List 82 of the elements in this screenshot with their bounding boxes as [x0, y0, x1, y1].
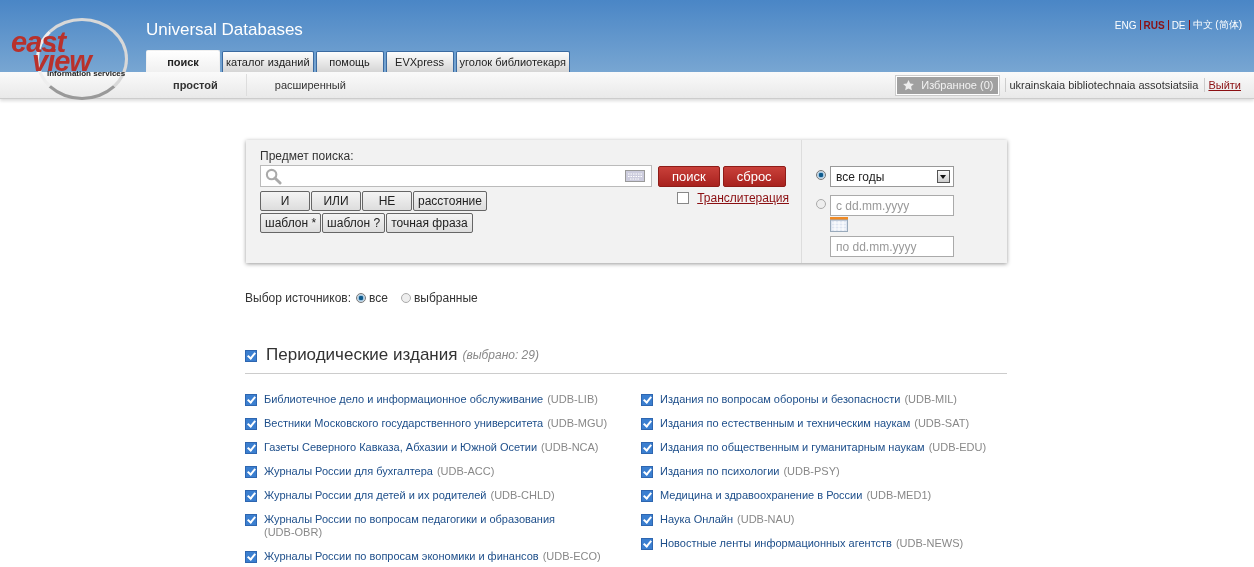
source-label: Выбор источников:: [245, 291, 351, 305]
search-mode-tab[interactable]: расширенный: [274, 79, 346, 91]
option-label: выбранные: [413, 291, 478, 305]
database-link[interactable]: Газеты Северного Кавказа, Абхазии и Южной Осетии: [264, 441, 538, 454]
database-link[interactable]: Журналы России по вопросам педагогики и образования: [264, 513, 556, 526]
nav-tab[interactable]: уголок библиотекаря: [455, 51, 571, 72]
option-label: все: [369, 291, 388, 305]
checkbox[interactable]: [245, 551, 257, 563]
operator-button[interactable]: расстояние: [413, 191, 487, 211]
selected-count: (выбрано: 29): [462, 348, 539, 362]
database-code: (UDB-ECO): [542, 550, 601, 563]
action-button[interactable]: сброс: [722, 165, 786, 187]
action-button[interactable]: поиск: [658, 165, 720, 187]
logout-link[interactable]: Выйти: [1208, 79, 1241, 91]
operator-button[interactable]: НЕ: [362, 191, 412, 211]
search-field[interactable]: [260, 165, 652, 187]
user-name: ukrainskaia bibliotechnaia assotsiatsiia: [1009, 79, 1199, 91]
transliteration-link[interactable]: Транслитерация: [697, 191, 789, 205]
database-code: (UDB-LIB): [547, 393, 598, 406]
database-link[interactable]: Издания по психологии: [660, 465, 780, 478]
app-title: Universal Databases: [146, 20, 304, 40]
checkbox[interactable]: [245, 514, 257, 526]
database-link[interactable]: Журналы России по вопросам экономики и финансов: [264, 550, 539, 563]
database-link[interactable]: Медицина и здравоохранение в России: [660, 489, 863, 502]
database-link[interactable]: Вестники Московского государственного университета: [264, 417, 544, 430]
checkbox[interactable]: [245, 394, 257, 406]
field-label: Предмет поиска:: [260, 149, 355, 163]
database-code: (UDB-ACC): [436, 465, 495, 478]
checkbox[interactable]: [245, 490, 257, 502]
database-code: (UDB-CHLD): [490, 489, 555, 502]
date-field[interactable]: по dd.mm.yyyy: [830, 236, 954, 257]
radio-button[interactable]: [400, 293, 411, 303]
database-code: (UDB-NCA): [541, 441, 599, 454]
checkbox[interactable]: [245, 349, 257, 362]
database-link[interactable]: Наука Онлайн: [660, 513, 734, 526]
checkbox[interactable]: [641, 514, 653, 526]
database-link[interactable]: Издания по естественным и техническим наукам: [660, 417, 911, 430]
database-code: (UDB-MIL): [904, 393, 957, 406]
radio-button[interactable]: [816, 199, 826, 209]
checkbox[interactable]: [677, 192, 690, 204]
year-dropdown[interactable]: все годы: [830, 166, 954, 187]
caret-icon: [937, 170, 950, 183]
operator-button[interactable]: точная фраза: [386, 213, 473, 233]
nav-tab[interactable]: помощь: [315, 51, 384, 72]
operator-button[interactable]: ИЛИ: [311, 191, 361, 211]
keyboard-icon[interactable]: [625, 170, 645, 182]
database-link[interactable]: Издания по общественным и гуманитарным наукам: [660, 441, 925, 454]
star-icon: [902, 78, 916, 92]
database-code: (UDB-OBR): [264, 526, 323, 539]
database-link[interactable]: Журналы России для детей и их родителей: [264, 489, 487, 502]
database-code: (UDB-NAU): [737, 513, 795, 526]
radio-button[interactable]: [356, 293, 366, 303]
checkbox[interactable]: [641, 490, 653, 502]
database-code: (UDB-EDU): [928, 441, 987, 454]
checkbox[interactable]: [641, 394, 653, 406]
checkbox[interactable]: [641, 418, 653, 430]
operator-button[interactable]: И: [260, 191, 310, 211]
nav-tab[interactable]: каталог изданий: [222, 51, 314, 72]
database-link[interactable]: Издания по вопросам обороны и безопасности: [660, 393, 901, 406]
section-title: Периодические издания: [266, 345, 458, 365]
database-code: (UDB-NEWS): [895, 537, 964, 550]
nav-tab[interactable]: поиск: [146, 50, 220, 72]
search-mode-tab[interactable]: простой: [173, 79, 218, 91]
checkbox[interactable]: [641, 442, 653, 454]
checkbox[interactable]: [245, 442, 257, 454]
checkbox[interactable]: [245, 466, 257, 478]
database-code: (UDB-MED1): [866, 489, 932, 502]
database-link[interactable]: Библиотечное дело и информационное обслуживание: [264, 393, 544, 406]
date-field[interactable]: с dd.mm.yyyy: [830, 195, 954, 216]
nav-tab[interactable]: EVXpress: [385, 51, 454, 72]
database-link[interactable]: Новостные ленты информационных агентств: [660, 537, 892, 550]
search-icon: [265, 167, 282, 185]
database-link[interactable]: Журналы России для бухгалтера: [264, 465, 433, 478]
checkbox[interactable]: [641, 538, 653, 550]
operator-button[interactable]: шаблон ?: [322, 213, 386, 233]
checkbox[interactable]: [641, 466, 653, 478]
database-code: (UDB-MGU): [547, 417, 608, 430]
checkbox[interactable]: [245, 418, 257, 430]
database-code: (UDB-SAT): [914, 417, 970, 430]
radio-button[interactable]: [816, 170, 826, 180]
operator-button[interactable]: шаблон *: [260, 213, 322, 233]
database-code: (UDB-PSY): [783, 465, 840, 478]
